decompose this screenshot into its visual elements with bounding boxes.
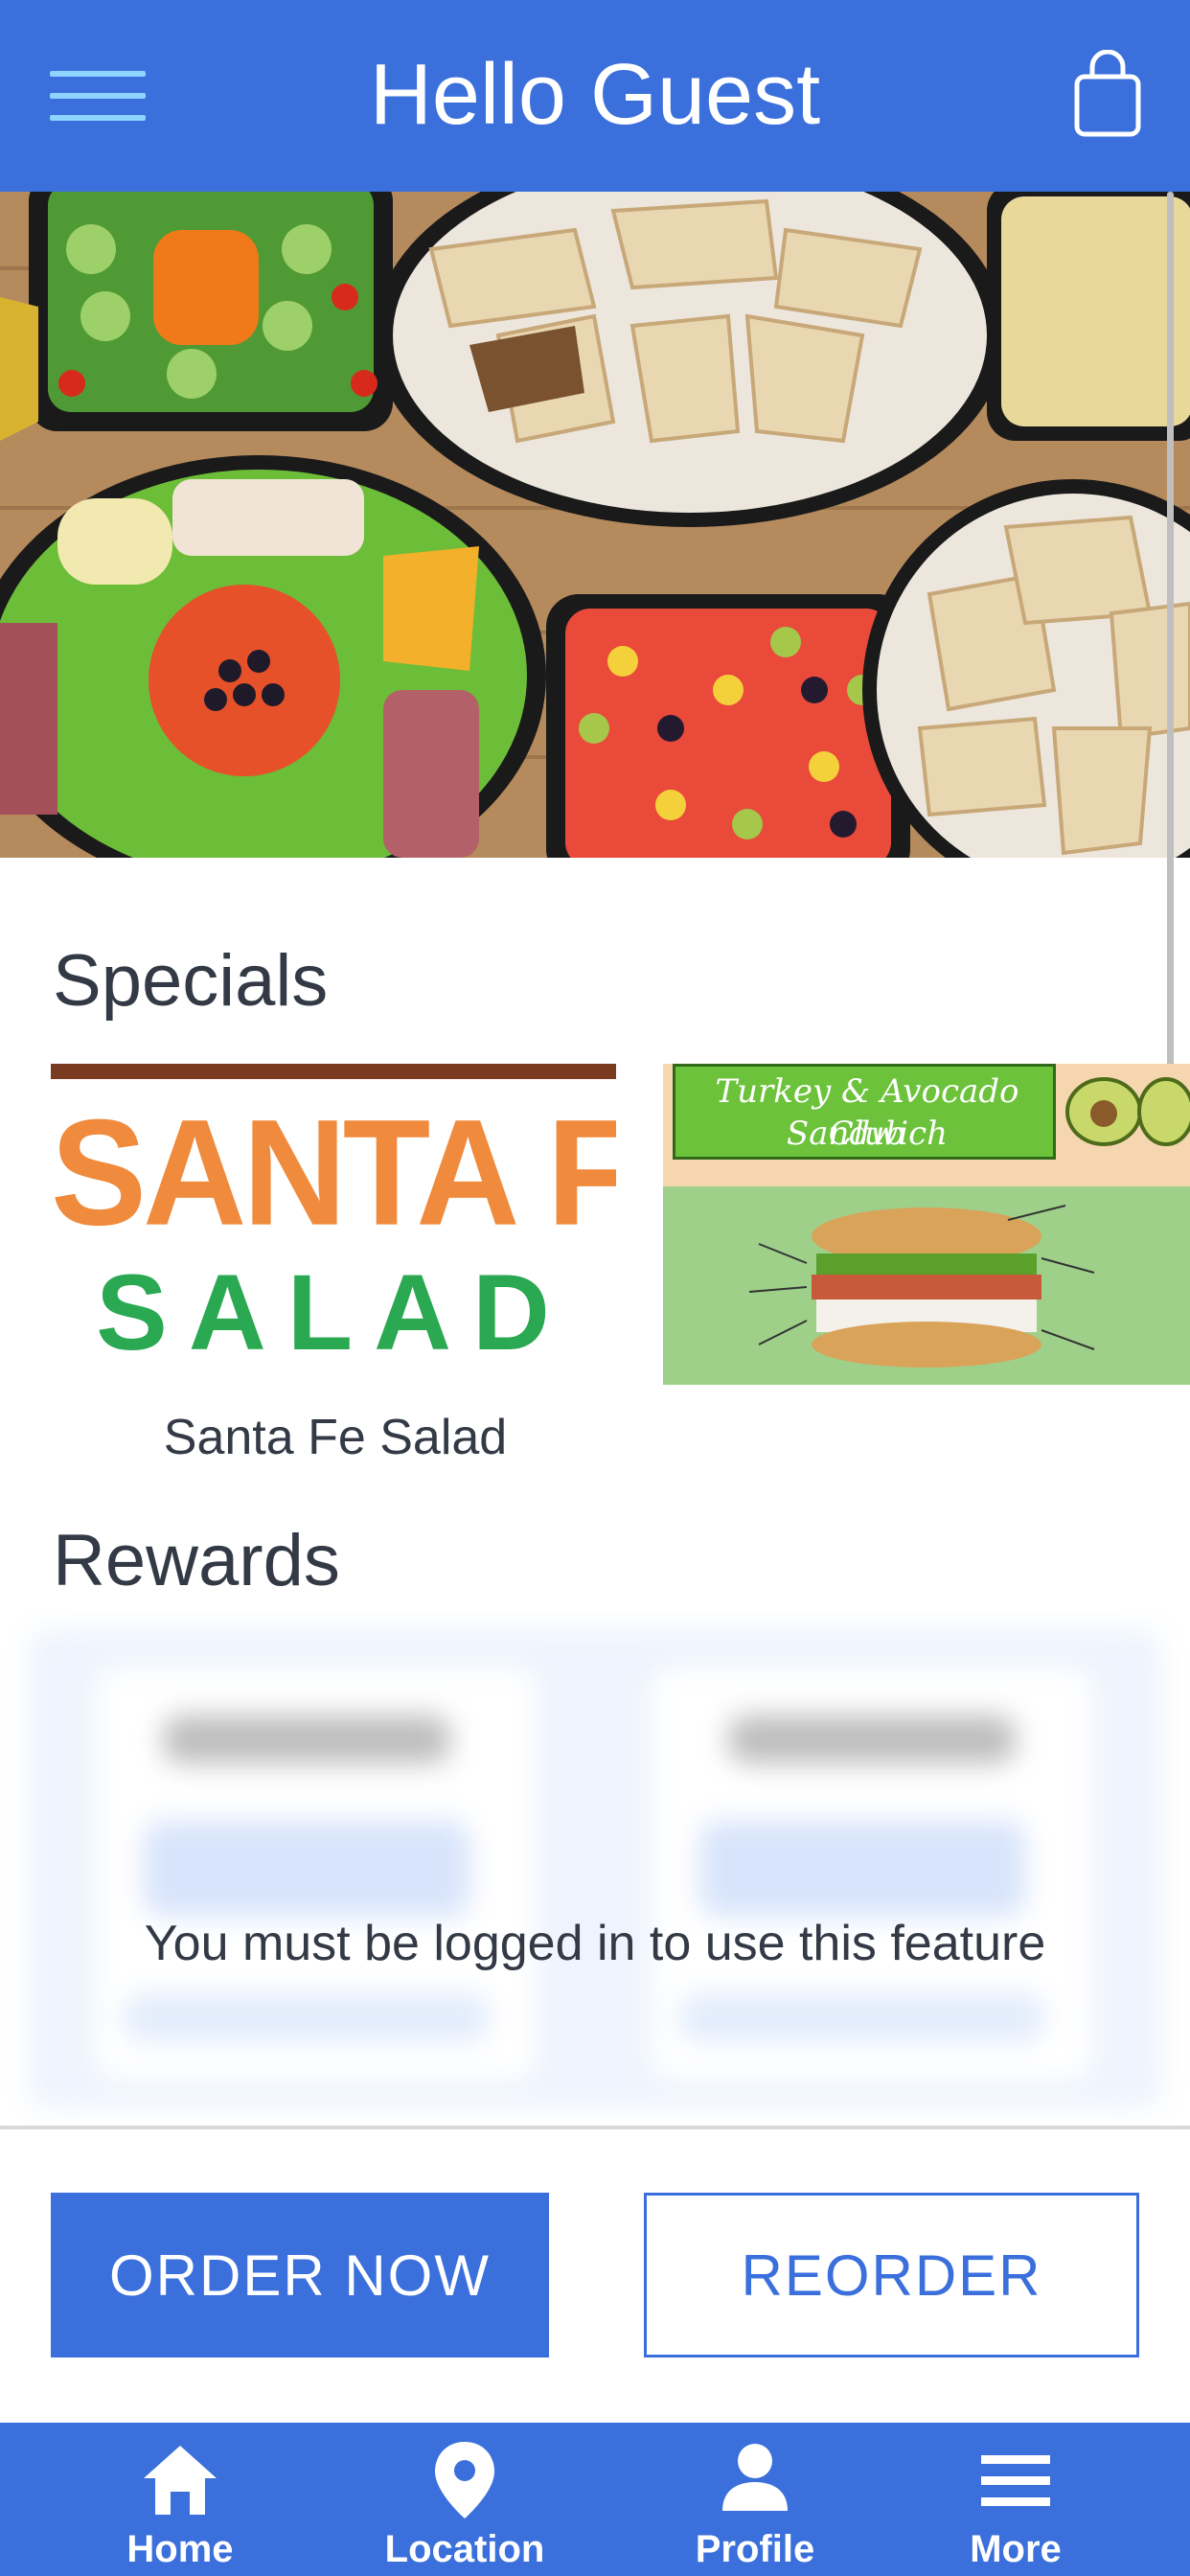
special-label-santa-fe-salad: Santa Fe Salad <box>163 1410 508 1465</box>
hero-catering-image <box>0 192 1190 858</box>
specials-title: Specials <box>53 940 329 1022</box>
nav-item-home[interactable]: Home <box>65 2423 295 2576</box>
avocado-icon <box>1065 1077 1190 1146</box>
more-menu-icon <box>901 2440 1131 2520</box>
nav-label-more: More <box>970 2528 1062 2570</box>
bottom-navigation: Home Location Profile More <box>0 2423 1190 2576</box>
nav-item-location[interactable]: Location <box>350 2423 580 2576</box>
club-title-banner: Turkey & Avocado Club Sandwich <box>673 1064 1056 1160</box>
special-card-turkey-avocado-club[interactable]: Turkey & Avocado Club Sandwich <box>663 1064 1190 1385</box>
shopping-bag-icon[interactable] <box>1073 49 1142 138</box>
app-header: Hello Guest <box>0 0 1190 192</box>
special-card-santa-fe-salad[interactable]: SANTA FE SALAD <box>51 1064 616 1385</box>
nav-label-profile: Profile <box>695 2528 815 2570</box>
reorder-button[interactable]: REORDER <box>644 2193 1139 2358</box>
nav-label-location: Location <box>384 2528 545 2570</box>
club-title-line2: Sandwich <box>786 1115 949 1153</box>
hero-background <box>0 192 1190 858</box>
special-card-image-strip <box>51 1064 616 1079</box>
profile-icon <box>640 2440 870 2520</box>
rewards-locked-panel <box>0 1610 1190 2128</box>
rewards-blurred-cards <box>0 1610 1190 2128</box>
rewards-title: Rewards <box>53 1520 340 1601</box>
nav-item-more[interactable]: More <box>901 2423 1131 2576</box>
scrollbar[interactable] <box>1167 192 1174 1073</box>
sandwich-illustration <box>748 1205 1095 1368</box>
club-sandwich-diagram <box>663 1186 1190 1385</box>
page-title: Hello Guest <box>369 47 821 143</box>
nav-label-home: Home <box>126 2528 234 2570</box>
section-divider <box>0 2126 1190 2129</box>
order-now-button[interactable]: ORDER NOW <box>51 2193 549 2358</box>
nav-item-profile[interactable]: Profile <box>640 2423 870 2576</box>
special-art-subtitle: SALAD <box>96 1255 571 1370</box>
location-pin-icon <box>350 2440 580 2520</box>
rewards-login-message: You must be logged in to use this featur… <box>144 1916 1046 1971</box>
home-icon <box>65 2440 295 2520</box>
special-art-title: SANTA FE <box>51 1096 616 1248</box>
